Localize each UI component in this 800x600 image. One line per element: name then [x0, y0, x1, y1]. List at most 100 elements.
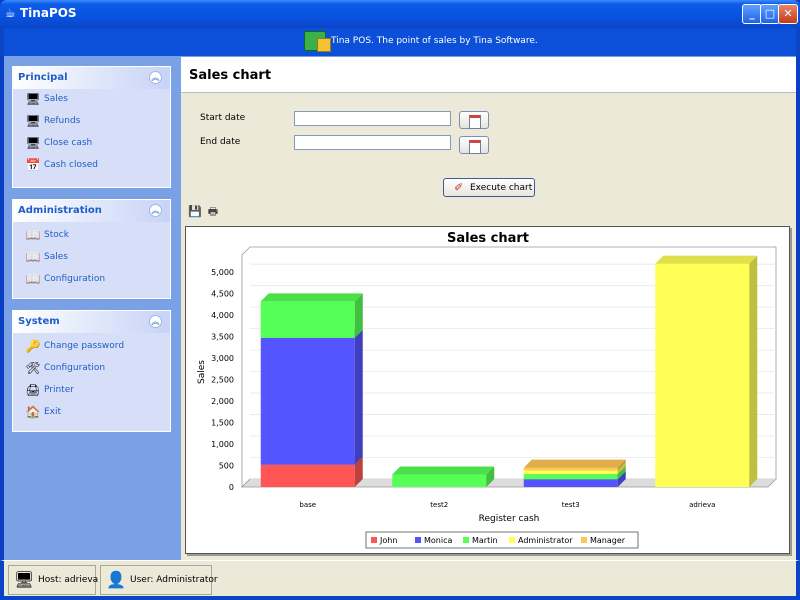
app-icon: ☕: [5, 6, 16, 20]
x-tick-label: test2: [430, 501, 448, 509]
legend-label: Administrator: [518, 536, 573, 545]
sidebar-item-stock[interactable]: 📖 Stock: [13, 225, 170, 247]
y-tick-label: 2,500: [211, 376, 234, 385]
legend-swatch: [415, 537, 421, 543]
y-tick-label: 3,500: [211, 333, 234, 342]
bar-segment-top: [655, 255, 758, 264]
sidebar-item-label: Change password: [44, 341, 125, 351]
bar-segment-top: [392, 466, 495, 475]
bar-segment: [523, 479, 618, 487]
bar-segment: [260, 464, 355, 487]
start-date-field[interactable]: [294, 111, 451, 126]
maximize-button[interactable]: □: [760, 4, 780, 24]
sidebar-item-label: Refunds: [44, 116, 81, 126]
chevron-up-icon[interactable]: ︽: [149, 315, 162, 328]
sidebar-item-system-configuration[interactable]: 🛠 Configuration: [13, 358, 170, 380]
configuration-icon: 📖: [25, 272, 41, 286]
x-tick-label: adrieva: [689, 501, 715, 509]
host-status: 🖥 Host: adrieva: [8, 565, 98, 595]
bar-segment-top: [523, 459, 626, 468]
system-pane-header[interactable]: System ︽: [13, 311, 170, 333]
legend-label: John: [379, 536, 397, 545]
sidebar-item-refunds[interactable]: 🖥 Refunds: [13, 111, 170, 133]
bar-segment: [655, 263, 750, 487]
start-date-calendar-button[interactable]: [459, 111, 489, 129]
end-date-calendar-button[interactable]: [459, 136, 489, 154]
banner-text: Tina POS. The point of sales by Tina Sof…: [331, 36, 538, 46]
sidebar-item-sales[interactable]: 🖥 Sales: [13, 89, 170, 111]
chart-title: Sales chart: [447, 231, 529, 246]
bar-segment: [260, 301, 355, 338]
bar-segment-top: [260, 293, 363, 302]
content-header: Sales chart: [181, 57, 796, 93]
legend-label: Martin: [472, 536, 498, 545]
sales-report-icon: 📖: [25, 250, 41, 264]
execute-icon: ✐: [454, 181, 464, 194]
print-icon[interactable]: 🖶: [206, 205, 220, 218]
cash-closed-icon: 📅: [25, 158, 41, 172]
minimize-button[interactable]: _: [742, 4, 762, 24]
start-date-label: Start date: [200, 113, 246, 123]
refunds-icon: 🖥: [25, 114, 41, 128]
sidebar-item-sales-report[interactable]: 📖 Sales: [13, 247, 170, 269]
content-panel: Sales chart Start date End date ✐ Execut…: [181, 57, 796, 560]
sidebar-item-label: Configuration: [44, 274, 106, 284]
end-date-label: End date: [200, 137, 241, 147]
sidebar-item-label: Close cash: [44, 138, 93, 148]
sidebar-item-label: Configuration: [44, 363, 106, 373]
sales-chart-svg: Sales chart 0 500 1,000 1,500 2,000 2,500 3,000…: [197, 231, 777, 549]
y-tick-label: 2,000: [211, 397, 234, 406]
printer-icon: 🖨: [25, 383, 41, 397]
sidebar-item-label: Sales: [44, 94, 68, 104]
y-tick-label: 1,500: [211, 419, 234, 428]
end-date-field[interactable]: [294, 135, 451, 150]
bar-segment-side: [354, 329, 363, 465]
sales-chart: Sales chart 0 500 1,000 1,500 2,000 2,500 3,000…: [185, 226, 790, 554]
sidebar-item-close-cash[interactable]: 🖥 Close cash: [13, 133, 170, 155]
sidebar-item-cash-closed[interactable]: 📅 Cash closed: [13, 155, 170, 177]
administration-pane-header[interactable]: Administration ︽: [13, 200, 170, 222]
chevron-up-icon[interactable]: ︽: [149, 204, 162, 217]
administration-pane: Administration ︽ 📖 Stock 📖 Sales 📖 Confi…: [12, 199, 171, 299]
principal-pane-header[interactable]: Principal ︽: [13, 67, 170, 89]
key-icon: 🔑: [25, 339, 41, 353]
exit-icon: 🏠: [25, 405, 41, 419]
sales-icon: 🖥: [25, 92, 41, 106]
y-tick-label: 4,500: [211, 290, 234, 299]
sidebar-item-label: Stock: [44, 230, 69, 240]
status-bar: 🖥 Host: adrieva 👤 User: Administrator: [0, 560, 800, 600]
bar-segment: [523, 467, 618, 471]
user-status: 👤 User: Administrator: [100, 565, 218, 595]
close-cash-icon: 🖥: [25, 136, 41, 150]
sidebar-item-label: Exit: [44, 407, 62, 417]
sidebar-item-printer[interactable]: 🖨 Printer: [13, 380, 170, 402]
system-pane: System ︽ 🔑 Change password 🛠 Configurati…: [12, 310, 171, 432]
sidebar-item-label: Cash closed: [44, 160, 98, 170]
sidebar-item-exit[interactable]: 🏠 Exit: [13, 402, 170, 424]
user-label: User: Administrator: [130, 575, 218, 585]
user-icon: 👤: [106, 570, 126, 589]
chevron-up-icon[interactable]: ︽: [149, 71, 162, 84]
legend-swatch: [581, 537, 587, 543]
sidebar-item-change-password[interactable]: 🔑 Change password: [13, 336, 170, 358]
close-button[interactable]: ✕: [778, 4, 798, 24]
y-tick-label: 500: [219, 462, 234, 471]
execute-chart-label: Execute chart: [470, 183, 533, 193]
administration-pane-title: Administration: [18, 205, 102, 216]
x-tick-label: base: [299, 501, 316, 509]
y-tick-label: 1,000: [211, 440, 234, 449]
save-icon[interactable]: 💾: [188, 205, 202, 218]
bar-segment: [260, 337, 355, 465]
y-tick-label: 5,000: [211, 268, 234, 277]
window-title-bar: ☕ TinaPOS _ □ ✕: [0, 0, 800, 28]
sidebar-item-label: Printer: [44, 385, 74, 395]
sidebar-item-configuration[interactable]: 📖 Configuration: [13, 269, 170, 291]
page-title: Sales chart: [189, 68, 272, 83]
principal-pane-title: Principal: [18, 72, 68, 83]
execute-chart-button[interactable]: ✐ Execute chart: [443, 178, 535, 197]
bar-segment: [523, 470, 618, 475]
system-pane-title: System: [18, 316, 60, 327]
bar-segment: [523, 474, 618, 480]
y-tick-label: 0: [229, 483, 234, 492]
y-tick-label: 3,000: [211, 354, 234, 363]
